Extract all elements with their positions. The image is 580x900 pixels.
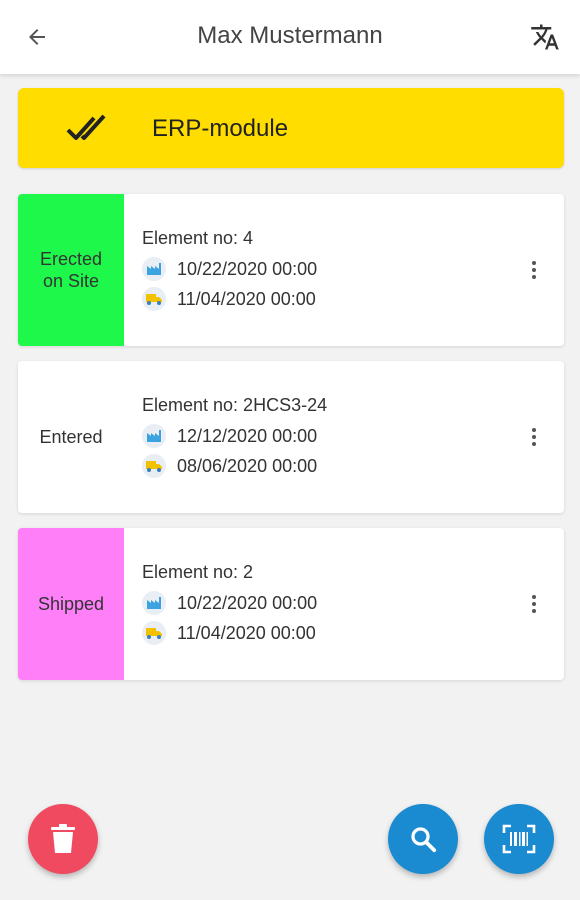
app-bar: Max Mustermann [0, 0, 580, 74]
factory-icon [142, 591, 166, 615]
truck-icon [142, 621, 166, 645]
double-check-icon [66, 114, 106, 140]
status-badge: Entered [18, 361, 124, 513]
page-title: Max Mustermann [197, 22, 383, 49]
delivery-date: 11/04/2020 00:00 [177, 288, 316, 309]
production-date: 10/22/2020 00:00 [177, 592, 318, 613]
trash-icon [51, 824, 75, 853]
truck-icon [142, 287, 166, 311]
translate-button[interactable] [528, 20, 562, 54]
more-options-icon[interactable] [524, 590, 544, 618]
delivery-date: 11/04/2020 00:00 [177, 622, 316, 643]
search-button[interactable] [388, 804, 458, 874]
element-number: Element no: 2 [142, 562, 254, 582]
production-date-row: 12/12/2020 00:00 [142, 423, 317, 449]
erp-module-banner[interactable]: ERP-module [18, 88, 564, 168]
status-badge: Shipped [18, 528, 124, 680]
production-date: 12/12/2020 00:00 [177, 425, 318, 446]
translate-icon [531, 24, 559, 50]
erp-module-label: ERP-module [152, 115, 289, 142]
delivery-date: 08/06/2020 00:00 [177, 455, 318, 476]
more-options-icon[interactable] [524, 256, 544, 284]
element-card[interactable]: Shipped Element no: 2 10/22/2020 00:00 1… [18, 528, 564, 680]
barcode-scan-button[interactable] [484, 804, 554, 874]
status-badge: Erected on Site [18, 194, 124, 346]
factory-icon [142, 257, 166, 281]
element-number: Element no: 2HCS3-24 [142, 395, 328, 415]
element-card[interactable]: Erected on Site Element no: 4 10/22/2020… [18, 194, 564, 346]
element-number: Element no: 4 [142, 228, 254, 248]
production-date-row: 10/22/2020 00:00 [142, 256, 317, 282]
delete-button[interactable] [28, 804, 98, 874]
more-options-icon[interactable] [524, 423, 544, 451]
production-date-row: 10/22/2020 00:00 [142, 590, 317, 616]
search-icon [411, 827, 437, 853]
delivery-date-row: 11/04/2020 00:00 [142, 286, 316, 312]
delivery-date-row: 08/06/2020 00:00 [142, 453, 317, 479]
production-date: 10/22/2020 00:00 [177, 258, 318, 279]
factory-icon [142, 424, 166, 448]
truck-icon [142, 454, 166, 478]
barcode-scan-icon [502, 824, 536, 854]
element-card[interactable]: Entered Element no: 2HCS3-24 12/12/2020 … [18, 361, 564, 513]
delivery-date-row: 11/04/2020 00:00 [142, 620, 316, 646]
